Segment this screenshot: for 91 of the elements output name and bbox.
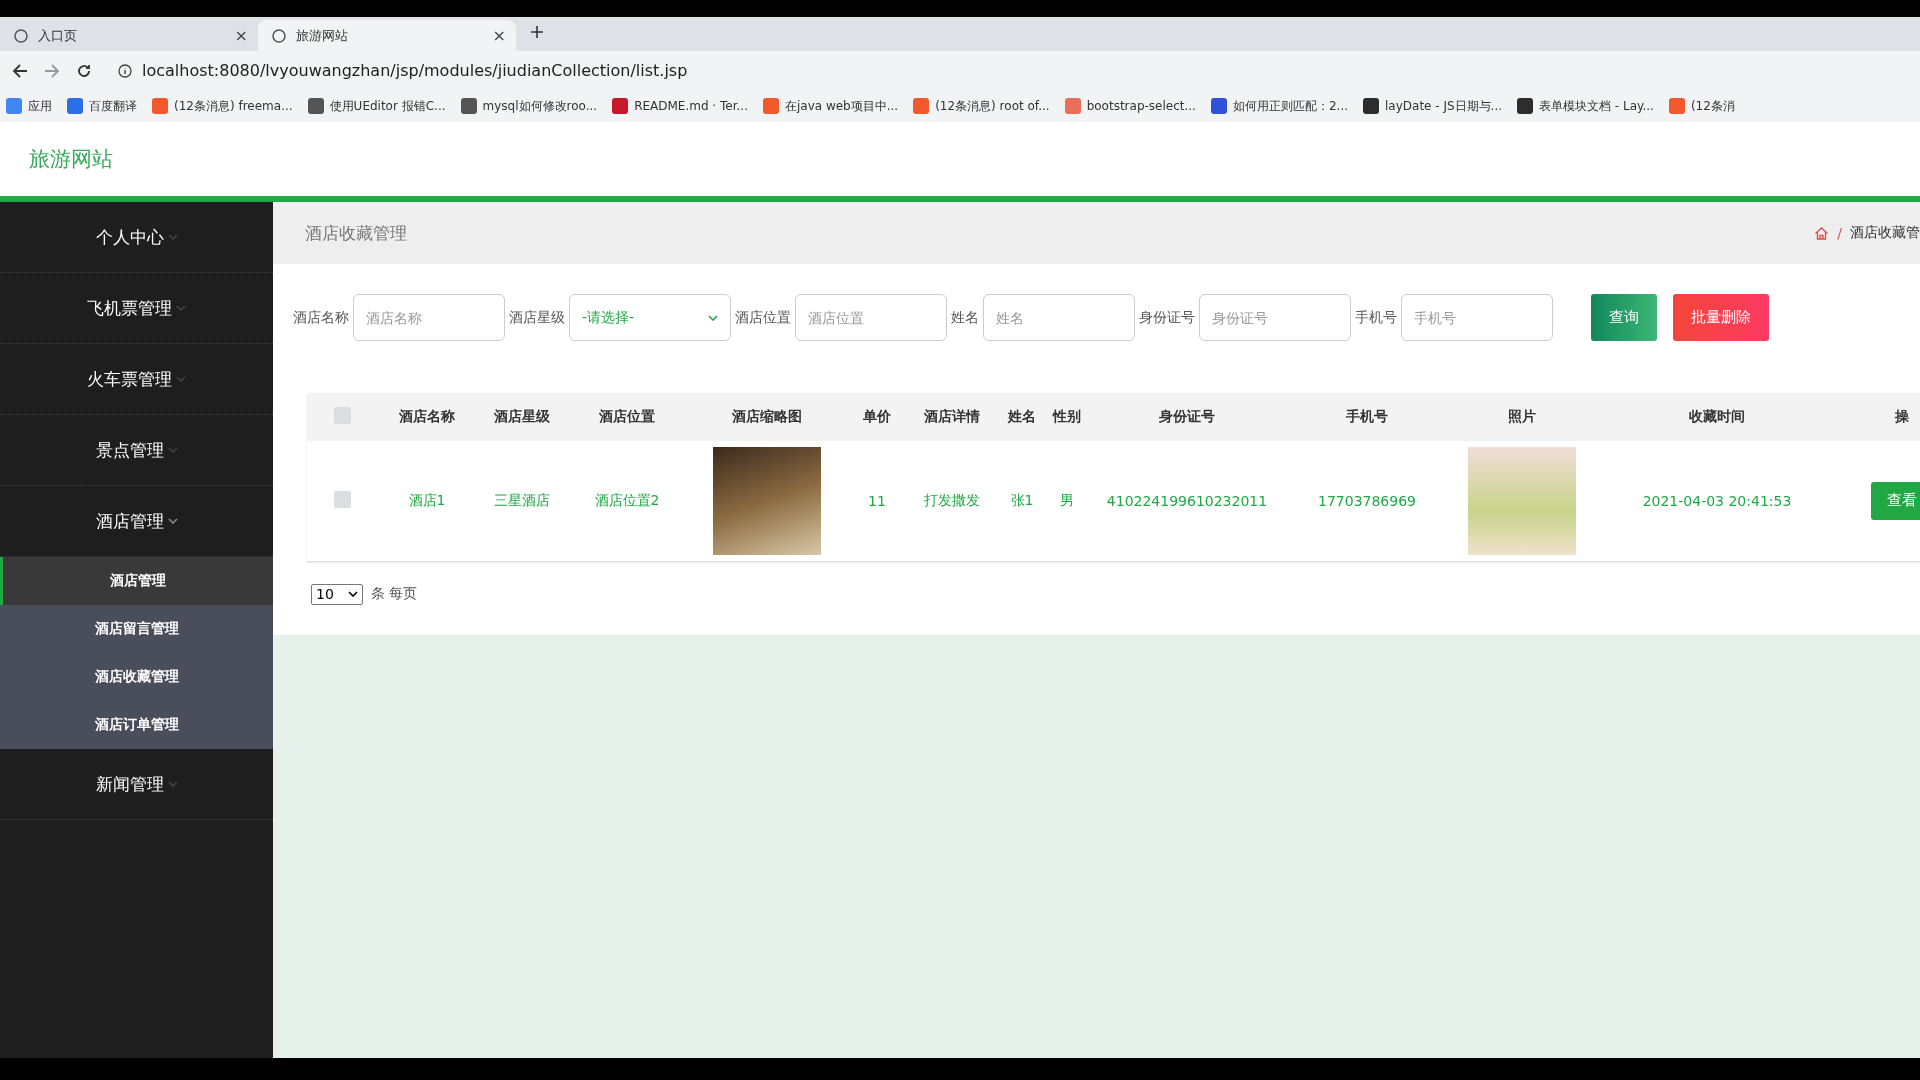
caret-icon — [167, 518, 178, 524]
back-arrow-icon[interactable] — [12, 62, 28, 79]
bookmark-icon — [67, 98, 83, 114]
browser-tab[interactable]: 旅游网站 × — [258, 20, 516, 51]
page-size-label: 条 每页 — [371, 585, 418, 603]
breadcrumb-separator: / — [1837, 225, 1842, 241]
field-label: 身份证号 — [1139, 308, 1195, 327]
sidebar-subitem[interactable]: 酒店留言管理 — [0, 605, 273, 653]
table-cell: 酒店1 — [377, 441, 477, 561]
column-header: 酒店位置 — [567, 393, 687, 441]
breadcrumb-current: 酒店收藏管 — [1850, 224, 1920, 242]
caret-icon — [176, 376, 186, 382]
bookmark-icon — [1668, 98, 1685, 114]
field-label: 酒店位置 — [735, 308, 791, 327]
reload-icon[interactable] — [76, 62, 92, 79]
bookmark-icon — [1064, 98, 1081, 114]
browser-tab[interactable]: 入口页 × — [0, 20, 258, 51]
column-header: 手机号 — [1287, 393, 1447, 441]
bookmark[interactable]: 应用 — [6, 97, 52, 115]
column-header: 酒店星级 — [477, 393, 567, 441]
field-label: 酒店名称 — [293, 308, 349, 327]
sidebar-subitem[interactable]: 酒店收藏管理 — [0, 653, 273, 701]
bookmark-icon — [1363, 98, 1379, 114]
forward-arrow-icon[interactable] — [44, 62, 60, 79]
caret-icon — [167, 234, 178, 240]
table-cell: 男 — [1047, 441, 1087, 561]
bookmark[interactable]: 如何用正则匹配：2... — [1210, 97, 1348, 115]
bookmark[interactable]: (12条消息) root of... — [913, 97, 1050, 115]
field-label: 手机号 — [1355, 308, 1397, 327]
checkbox[interactable] — [333, 490, 351, 508]
bookmark[interactable]: 表单模块文档 - Lay... — [1517, 97, 1654, 115]
field-label: 酒店星级 — [509, 308, 565, 327]
close-icon[interactable]: × — [234, 26, 248, 45]
home-icon[interactable] — [1814, 225, 1830, 241]
bookmark[interactable]: 使用UEditor 报错C... — [307, 97, 446, 115]
caret-icon — [167, 447, 178, 453]
bookmark-icon — [612, 98, 629, 114]
caret-icon — [708, 314, 718, 321]
input-field[interactable]: 酒店名称 — [353, 294, 505, 341]
close-icon[interactable]: × — [492, 26, 506, 45]
sidebar-subitem[interactable]: 酒店订单管理 — [0, 701, 273, 749]
caret-icon — [348, 591, 358, 597]
page-title: 酒店收藏管理 — [305, 221, 407, 245]
url-text: localhost:8080/lvyouwangzhan/jsp/modules/jiudianCollection/list.jsp — [142, 61, 688, 80]
bookmark-icon — [152, 98, 168, 114]
caret-icon — [176, 305, 186, 311]
bookmark-icon — [762, 98, 779, 114]
column-header: 性别 — [1047, 393, 1087, 441]
bookmark-icon — [460, 98, 477, 114]
table-cell: 2021-04-03 20:41:53 — [1597, 441, 1837, 561]
table-cell: 三星酒店 — [477, 441, 567, 561]
column-header: 酒店名称 — [377, 393, 477, 441]
apps-grid-icon — [6, 98, 22, 114]
table-cell: 打发撒发 — [907, 441, 997, 561]
bookmark-icon — [1210, 98, 1227, 114]
column-header: 操 — [1837, 393, 1920, 441]
bookmark[interactable]: README.md · Ter... — [612, 98, 748, 114]
input-field[interactable]: 手机号 — [1401, 294, 1553, 341]
search-button[interactable]: 查询 — [1591, 294, 1657, 341]
bookmark[interactable]: layDate - JS日期与... — [1363, 97, 1503, 115]
bookmark-icon — [1517, 98, 1534, 114]
column-header: 身份证号 — [1087, 393, 1287, 441]
plus-icon[interactable] — [530, 25, 544, 39]
field-label: 姓名 — [951, 308, 979, 327]
bookmark[interactable]: 在java web项目中... — [762, 97, 899, 115]
info-icon — [118, 63, 132, 78]
column-header: 酒店详情 — [907, 393, 997, 441]
bookmark[interactable]: 百度翻译 — [67, 97, 137, 115]
column-header: 酒店缩略图 — [687, 393, 847, 441]
input-field[interactable]: 身份证号 — [1199, 294, 1351, 341]
input-field[interactable]: 姓名 — [983, 294, 1135, 341]
column-header: 姓名 — [997, 393, 1047, 441]
table-cell: 张1 — [997, 441, 1047, 561]
sidebar-subitem[interactable]: 酒店管理 — [0, 557, 273, 605]
column-header: 照片 — [1447, 393, 1597, 441]
bookmark[interactable]: bootstrap-select... — [1064, 98, 1196, 114]
table-cell: 17703786969 — [1287, 441, 1447, 561]
delete-button[interactable]: 批量删除 — [1673, 294, 1769, 341]
bookmark-icon — [307, 98, 324, 114]
page-size-select[interactable]: 10 — [311, 583, 363, 605]
caret-icon — [167, 781, 178, 787]
input-field[interactable]: 酒店位置 — [795, 294, 947, 341]
bookmark-icon — [913, 98, 930, 114]
table-cell: 酒店位置2 — [567, 441, 687, 561]
table-cell: 410224199610232011 — [1087, 441, 1287, 561]
bookmark[interactable]: (12条消 — [1668, 97, 1735, 115]
bookmark[interactable]: mysql如何修改roo... — [460, 97, 598, 115]
column-header: 单价 — [847, 393, 907, 441]
table-cell: 11 — [847, 441, 907, 561]
column-header: 收藏时间 — [1597, 393, 1837, 441]
bookmark[interactable]: (12条消息) freema... — [152, 97, 293, 115]
